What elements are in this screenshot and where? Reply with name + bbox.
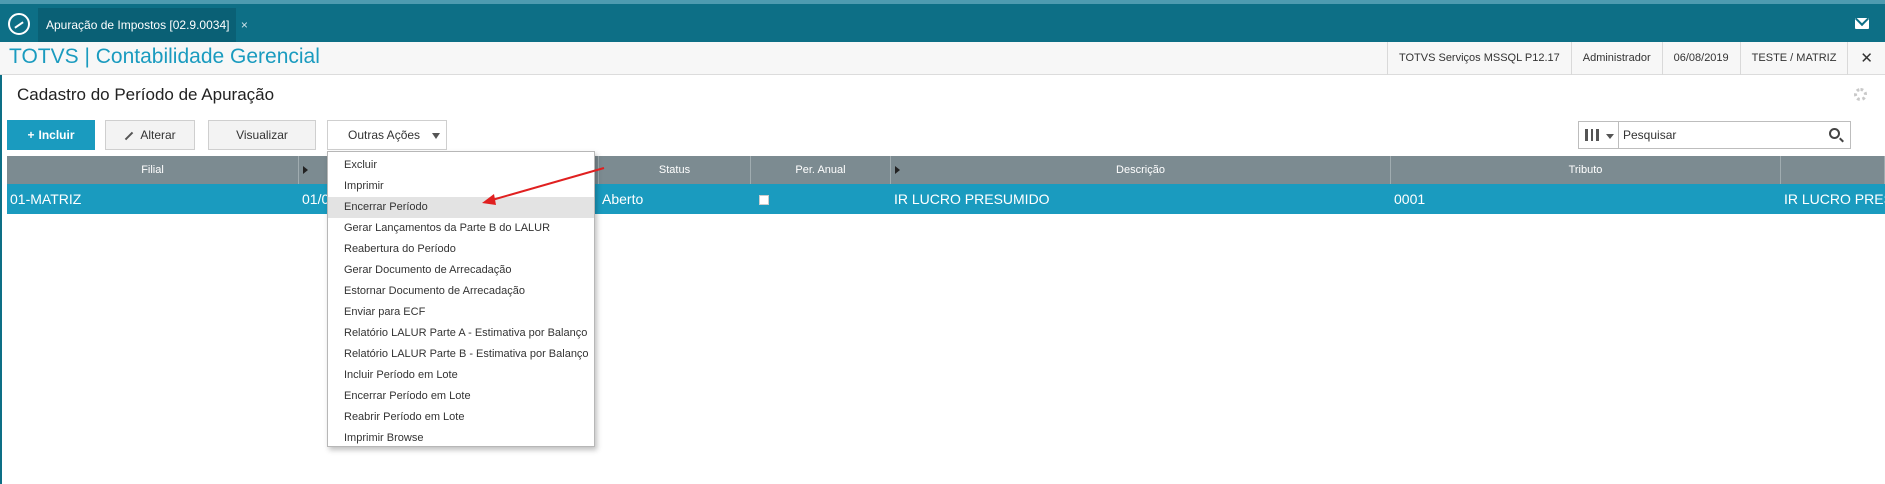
close-module-button[interactable]: ✕: [1847, 42, 1885, 75]
cell-tributo: 0001: [1394, 191, 1426, 207]
menu-item-gerar-lancamentos[interactable]: Gerar Lançamentos da Parte B do LALUR: [328, 218, 594, 239]
cell-descricao: IR LUCRO PRESUMIDO: [894, 191, 1050, 207]
column-header-tributo[interactable]: Tributo: [1391, 156, 1781, 184]
date-info[interactable]: 06/08/2019: [1661, 42, 1740, 75]
menu-item-enviar-ecf[interactable]: Enviar para ECF: [328, 302, 594, 323]
chevron-down-icon: [432, 133, 440, 139]
visualizar-label: Visualizar: [236, 128, 288, 142]
per-anual-checkbox[interactable]: [759, 195, 769, 206]
search-box: [1578, 121, 1851, 149]
column-arrow-icon: [895, 166, 900, 174]
menu-item-encerrar-lote[interactable]: Encerrar Período em Lote: [328, 386, 594, 407]
alterar-button[interactable]: Alterar: [105, 120, 195, 150]
session-info-bar: TOTVS Serviços MSSQL P12.17 Administrado…: [1386, 42, 1885, 75]
company-info[interactable]: TESTE / MATRIZ: [1739, 42, 1848, 75]
column-header-extra[interactable]: [1781, 156, 1885, 184]
menu-item-relatorio-parte-a[interactable]: Relatório LALUR Parte A - Estimativa por…: [328, 323, 594, 344]
visualizar-button[interactable]: Visualizar: [208, 120, 316, 150]
menu-item-estornar-documento[interactable]: Estornar Documento de Arrecadação: [328, 281, 594, 302]
search-input[interactable]: [1623, 125, 1823, 145]
column-arrow-icon: [303, 166, 308, 174]
incluir-label: Incluir: [38, 128, 75, 142]
totvs-logo-icon[interactable]: [8, 13, 30, 35]
menu-item-encerrar-periodo[interactable]: Encerrar Período: [328, 197, 594, 218]
cell-extra: IR LUCRO PRES: [1784, 191, 1885, 207]
outras-acoes-menu: Excluir Imprimir Encerrar Período Gerar …: [327, 151, 595, 447]
alterar-label: Alterar: [140, 128, 176, 142]
outras-acoes-button[interactable]: Outras Ações: [327, 120, 447, 150]
left-edge-border: [0, 42, 2, 484]
table-row[interactable]: 01-MATRIZ 01/0 Aberto IR LUCRO PRESUMIDO…: [7, 184, 1885, 214]
module-title: TOTVS | Contabilidade Gerencial: [9, 45, 320, 68]
user-info[interactable]: Administrador: [1570, 42, 1662, 75]
menu-item-reabrir-lote[interactable]: Reabrir Período em Lote: [328, 407, 594, 428]
menu-item-reabertura[interactable]: Reabertura do Período: [328, 239, 594, 260]
menu-item-incluir-lote[interactable]: Incluir Período em Lote: [328, 365, 594, 386]
plus-icon: +: [27, 128, 35, 142]
tab-close-icon[interactable]: ×: [241, 18, 248, 32]
top-tab-strip: Apuração de Impostos [02.9.0034] ×: [0, 0, 1885, 42]
cell-filial: 01-MATRIZ: [10, 191, 82, 207]
outras-acoes-label: Outras Ações: [348, 128, 421, 142]
columns-dropdown-icon[interactable]: [1606, 134, 1614, 139]
menu-item-relatorio-parte-b[interactable]: Relatório LALUR Parte B - Estimativa por…: [328, 344, 594, 365]
cell-status: Aberto: [602, 191, 644, 207]
column-header-filial[interactable]: Filial: [7, 156, 299, 184]
mail-icon[interactable]: [1855, 18, 1869, 29]
app-tab-title: Apuração de Impostos [02.9.0034]: [46, 18, 230, 32]
columns-icon[interactable]: [1585, 129, 1599, 141]
search-icon[interactable]: [1829, 128, 1840, 139]
search-separator: [1618, 122, 1619, 148]
column-header-descricao[interactable]: Descrição: [891, 156, 1391, 184]
grid-header: Filial Status Per. Anual Descrição Tribu…: [7, 156, 1885, 184]
gear-icon[interactable]: [1854, 88, 1867, 101]
cell-per-anual: [751, 184, 891, 214]
app-tab[interactable]: Apuração de Impostos [02.9.0034] ×: [38, 8, 248, 42]
column-header-per-anual[interactable]: Per. Anual: [751, 156, 891, 184]
environment-info[interactable]: TOTVS Serviços MSSQL P12.17: [1386, 42, 1571, 75]
module-header: TOTVS | Contabilidade Gerencial TOTVS Se…: [0, 42, 1885, 75]
pencil-icon: [125, 131, 134, 141]
column-header-status[interactable]: Status: [599, 156, 751, 184]
menu-item-imprimir[interactable]: Imprimir: [328, 176, 594, 197]
incluir-button[interactable]: + Incluir: [7, 120, 95, 150]
menu-item-excluir[interactable]: Excluir: [328, 155, 594, 176]
menu-item-imprimir-browse[interactable]: Imprimir Browse: [328, 428, 594, 449]
menu-item-gerar-documento[interactable]: Gerar Documento de Arrecadação: [328, 260, 594, 281]
page-title: Cadastro do Período de Apuração: [17, 85, 275, 104]
